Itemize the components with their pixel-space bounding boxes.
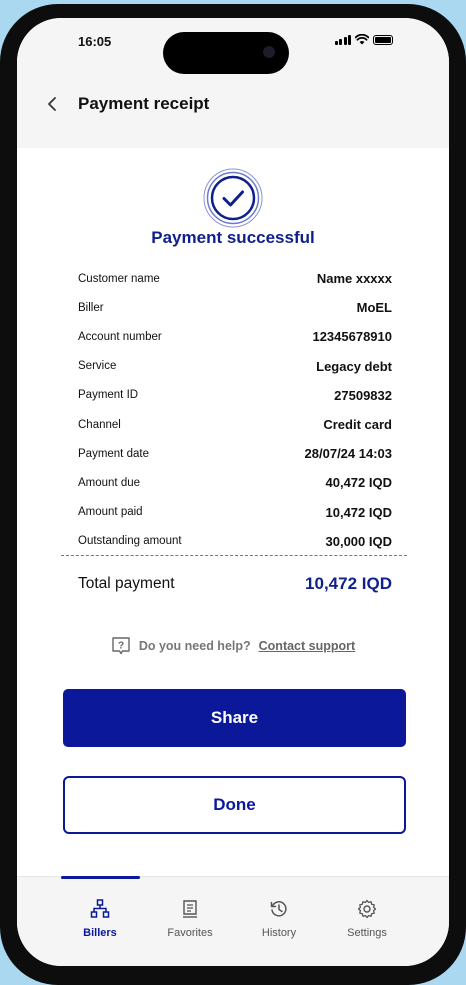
detail-label: Account number — [78, 330, 162, 343]
detail-row-amount-paid: Amount paid 10,472 IQD — [78, 498, 392, 527]
gear-icon — [357, 899, 377, 919]
detail-label: Biller — [78, 301, 104, 314]
detail-value: 10,472 IQD — [325, 504, 393, 520]
contact-support-link[interactable]: Contact support — [259, 639, 356, 653]
screen: 16:05 Payment receipt Payment successful… — [17, 18, 449, 966]
chevron-left-icon — [48, 97, 56, 111]
detail-row-outstanding-amount: Outstanding amount 30,000 IQD — [78, 527, 392, 556]
detail-value: 40,472 IQD — [325, 475, 393, 491]
receipt-details: Customer name Name xxxxx Biller MoEL Acc… — [78, 264, 392, 556]
tab-label: History — [261, 927, 297, 939]
detail-label: Outstanding amount — [78, 535, 182, 548]
payment-status-title: Payment successful — [151, 228, 315, 247]
detail-value: 27509832 — [334, 387, 392, 403]
tab-label: Settings — [347, 927, 387, 939]
detail-label: Channel — [78, 418, 121, 431]
detail-value: Name xxxxx — [316, 271, 392, 287]
detail-row-amount-due: Amount due 40,472 IQD — [78, 468, 392, 497]
detail-row-channel: Channel Credit card — [78, 410, 392, 439]
detail-row-account-number: Account number 12345678910 — [78, 322, 392, 351]
help-question: Do you need help? — [138, 639, 251, 653]
share-button[interactable]: Share — [63, 689, 406, 747]
total-payment-label: Total payment — [78, 575, 175, 592]
battery-icon — [373, 34, 393, 45]
signal-icon — [334, 34, 351, 45]
detail-row-payment-id: Payment ID 27509832 — [78, 381, 392, 410]
tab-history[interactable]: History — [234, 899, 324, 939]
done-button[interactable]: Done — [63, 776, 406, 834]
detail-label: Payment ID — [78, 389, 139, 402]
total-payment-value: 10,472 IQD — [305, 574, 392, 593]
detail-value: Credit card — [323, 417, 392, 433]
check-circle-icon — [203, 168, 263, 228]
detail-row-customer-name: Customer name Name xxxxx — [78, 264, 392, 293]
detail-row-biller: Biller MoEL — [78, 293, 392, 322]
tab-settings[interactable]: Settings — [322, 899, 412, 939]
detail-value: Legacy debt — [316, 358, 392, 374]
status-icons — [334, 34, 393, 45]
detail-row-payment-date: Payment date 28/07/24 14:03 — [78, 439, 392, 468]
help-question-icon: ? — [112, 637, 130, 655]
history-icon — [270, 901, 287, 917]
svg-text:?: ? — [118, 641, 124, 652]
sitemap-icon — [90, 899, 110, 918]
detail-value: MoEL — [356, 300, 392, 316]
detail-value: 30,000 IQD — [325, 533, 393, 549]
dynamic-island — [163, 32, 289, 74]
back-button[interactable] — [41, 92, 63, 116]
detail-label: Service — [78, 360, 117, 373]
detail-label: Amount due — [78, 476, 141, 489]
detail-label: Payment date — [78, 447, 149, 460]
detail-value: 28/07/24 14:03 — [304, 446, 392, 462]
detail-row-service: Service Legacy debt — [78, 352, 392, 381]
page-title: Payment receipt — [78, 94, 210, 113]
total-payment-row: Total payment 10,472 IQD — [78, 574, 392, 594]
active-tab-indicator — [61, 876, 140, 879]
tab-billers[interactable]: Billers — [55, 899, 145, 939]
receipt-icon — [183, 900, 197, 918]
detail-label: Amount paid — [78, 506, 143, 519]
detail-value: 12345678910 — [312, 329, 392, 345]
status-time: 16:05 — [78, 34, 112, 49]
dashed-divider — [61, 555, 407, 556]
help-line: ? Do you need help? Contact support — [17, 636, 449, 656]
detail-label: Customer name — [78, 272, 160, 285]
tab-favorites[interactable]: Favorites — [145, 899, 235, 939]
camera-icon — [263, 46, 275, 58]
bottom-tab-bar: Billers Favorites History Settings — [17, 876, 449, 966]
tab-label: Billers — [83, 927, 117, 939]
tab-label: Favorites — [167, 927, 213, 939]
wifi-icon — [355, 34, 369, 45]
